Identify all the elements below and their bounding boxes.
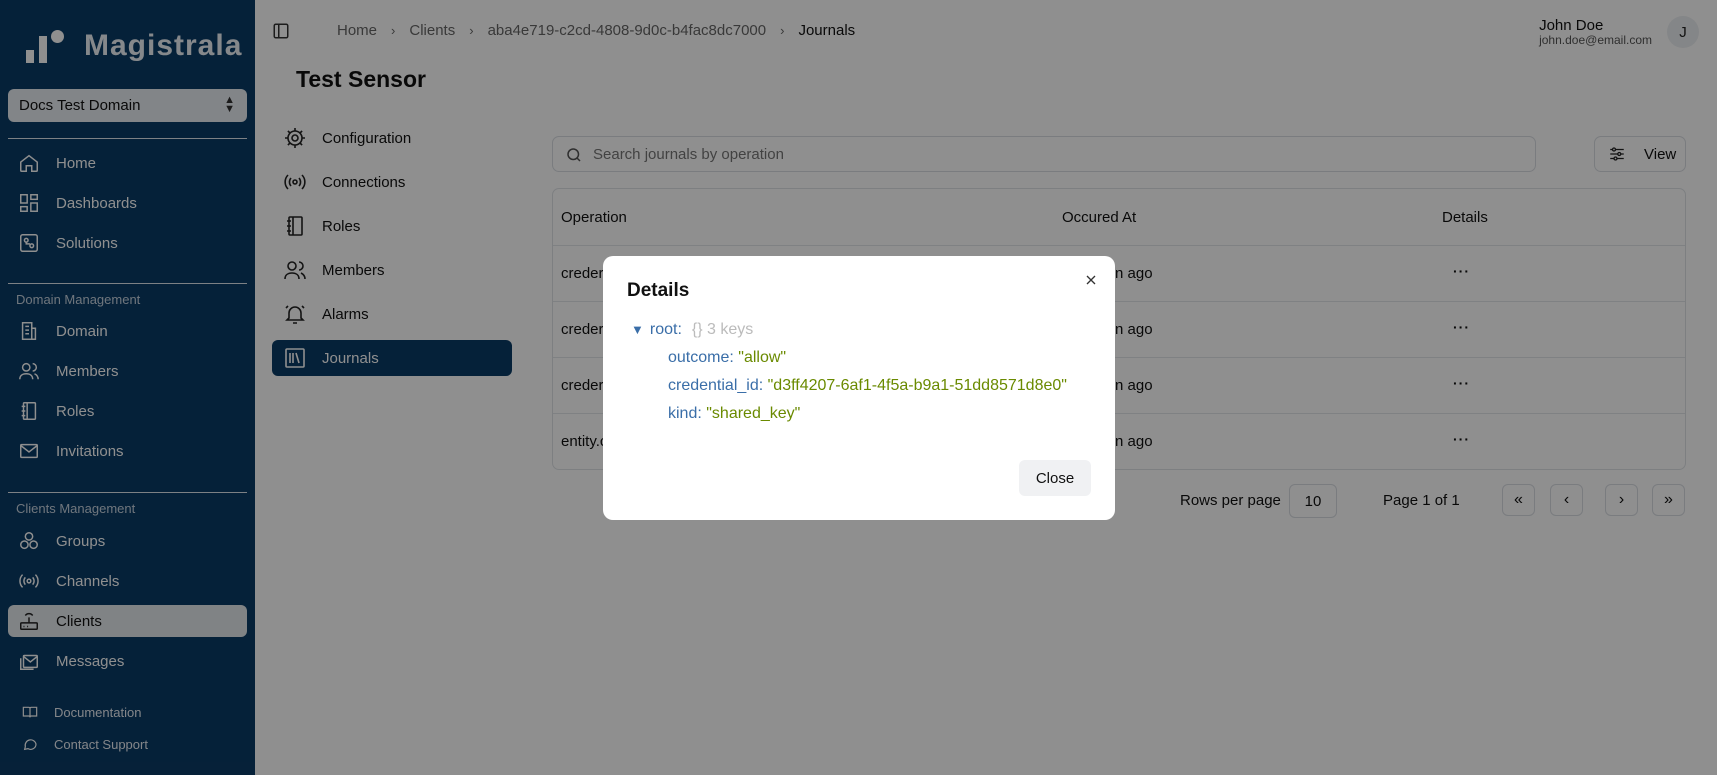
json-key: outcome:: [668, 349, 734, 366]
json-root-key: root:: [649, 321, 682, 338]
json-root[interactable]: ▼ root: {} 3 keys: [631, 318, 1091, 342]
details-dialog: Details ▼ root: {} 3 keys outcome: "allow"…: [603, 256, 1115, 520]
json-key: credential_id:: [668, 377, 764, 394]
json-value: "shared_key": [706, 405, 801, 422]
dialog-title: Details: [627, 280, 690, 301]
json-value: "allow": [738, 349, 787, 366]
json-entry: credential_id: "d3ff4207-6af1-4f5a-b9a1-…: [668, 374, 1091, 398]
json-root-meta: {} 3 keys: [691, 321, 754, 338]
close-button[interactable]: Close: [1019, 460, 1091, 496]
json-viewer: ▼ root: {} 3 keys outcome: "allow" credent…: [631, 318, 1091, 426]
json-key: kind:: [668, 405, 702, 422]
close-icon[interactable]: [1083, 272, 1099, 288]
json-entry: outcome: "allow": [668, 346, 1091, 370]
caret-down-icon[interactable]: ▼: [631, 322, 644, 337]
json-value: "d3ff4207-6af1-4f5a-b9a1-51dd8571d8e0": [767, 377, 1067, 394]
json-entry: kind: "shared_key": [668, 402, 1091, 426]
